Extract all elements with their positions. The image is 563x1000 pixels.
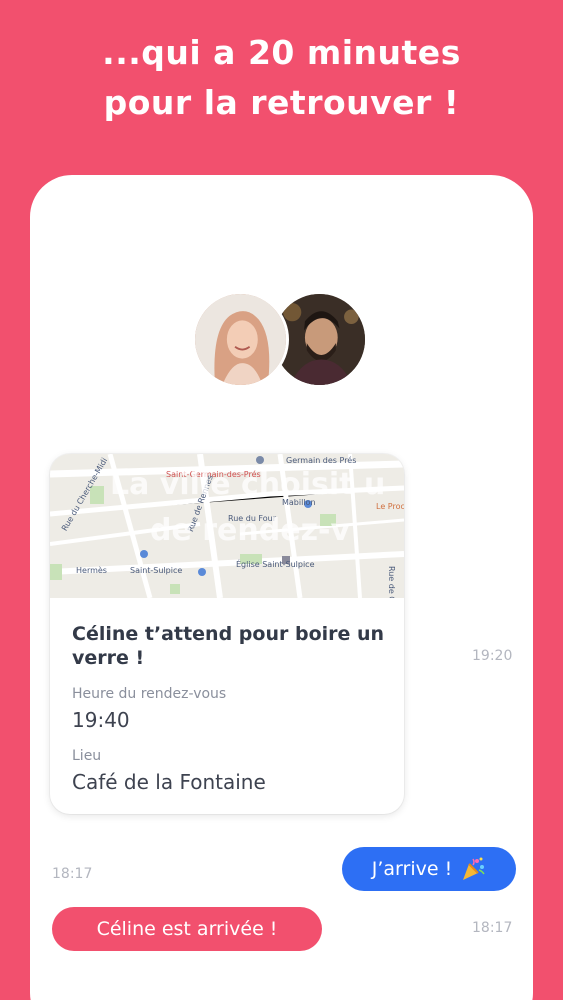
- headline-line-1: ...qui a 20 minutes: [102, 33, 461, 72]
- time-label: Heure du rendez-vous: [72, 686, 227, 702]
- card-title: Céline t’attend pour boire un verre !: [72, 623, 385, 669]
- place-label: Lieu: [72, 748, 102, 764]
- date-invitation-card[interactable]: Germain des Prés Saint-Germain-des-Prés …: [50, 454, 404, 814]
- headline: ...qui a 20 minutes pour la retrouver !: [0, 28, 563, 128]
- time-value: 19:40: [72, 708, 130, 732]
- sent-timestamp: 18:17: [52, 866, 93, 882]
- map-overlay-line-1: La ville choisit u: [110, 467, 386, 502]
- woman-photo-icon: [195, 294, 286, 385]
- place-value: Café de la Fontaine: [72, 770, 266, 794]
- party-popper-icon: [460, 856, 486, 882]
- card-body: Céline t’attend pour boire un verre ! He…: [72, 622, 392, 794]
- sent-message-text: J’arrive !: [371, 858, 453, 880]
- map-overlay-line-2: de rendez-v: [150, 513, 351, 548]
- map-overlay-text: La ville choisit u de rendez-v: [50, 454, 404, 598]
- avatar-woman[interactable]: [192, 291, 289, 388]
- headline-line-2: pour la retrouver !: [103, 83, 460, 122]
- received-message-bubble[interactable]: Céline est arrivée !: [52, 907, 322, 951]
- match-avatars: [192, 291, 372, 391]
- received-timestamp: 18:17: [472, 920, 513, 936]
- meeting-map[interactable]: Germain des Prés Saint-Germain-des-Prés …: [50, 454, 404, 598]
- card-timestamp: 19:20: [472, 648, 513, 664]
- received-message-text: Céline est arrivée !: [96, 918, 278, 940]
- sent-message-bubble[interactable]: J’arrive !: [342, 847, 516, 891]
